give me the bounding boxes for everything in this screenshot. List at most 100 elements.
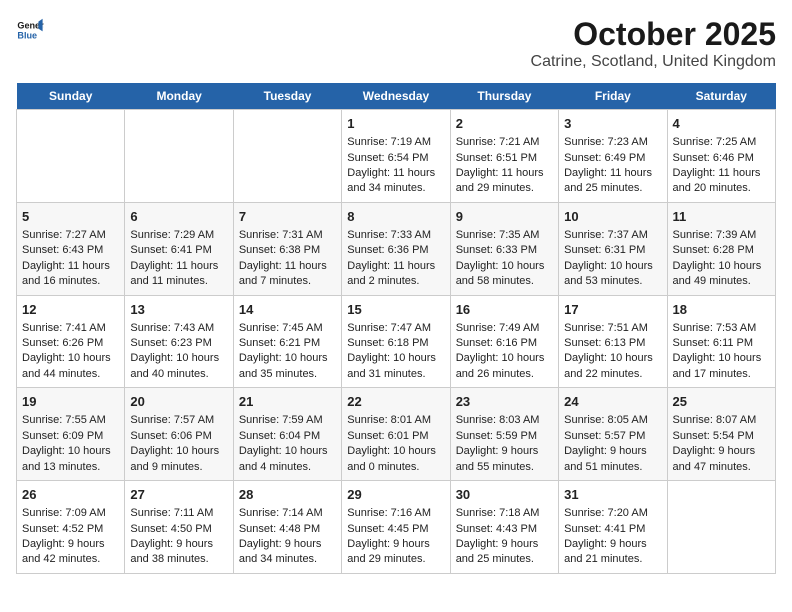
- day-info: Daylight: 10 hours and 13 minutes.: [22, 444, 119, 475]
- day-number: 3: [564, 115, 661, 133]
- day-info: Sunset: 6:01 PM: [347, 429, 444, 444]
- day-info: Sunrise: 7:33 AM: [347, 228, 444, 243]
- calendar-cell: 24Sunrise: 8:05 AMSunset: 5:57 PMDayligh…: [559, 388, 667, 481]
- day-info: Sunrise: 7:59 AM: [239, 413, 336, 428]
- calendar-cell: [125, 110, 233, 203]
- day-info: Daylight: 10 hours and 58 minutes.: [456, 259, 553, 290]
- day-info: Sunrise: 7:23 AM: [564, 135, 661, 150]
- day-info: Sunrise: 7:55 AM: [22, 413, 119, 428]
- day-info: Sunset: 4:52 PM: [22, 522, 119, 537]
- day-info: Daylight: 11 hours and 2 minutes.: [347, 259, 444, 290]
- day-number: 19: [22, 393, 119, 411]
- day-number: 13: [130, 301, 227, 319]
- day-info: Daylight: 10 hours and 53 minutes.: [564, 259, 661, 290]
- day-info: Daylight: 9 hours and 25 minutes.: [456, 537, 553, 568]
- calendar-cell: [667, 481, 775, 574]
- day-info: Daylight: 9 hours and 51 minutes.: [564, 444, 661, 475]
- day-number: 2: [456, 115, 553, 133]
- calendar-cell: 27Sunrise: 7:11 AMSunset: 4:50 PMDayligh…: [125, 481, 233, 574]
- calendar-week-1: 5Sunrise: 7:27 AMSunset: 6:43 PMDaylight…: [17, 202, 776, 295]
- day-number: 9: [456, 208, 553, 226]
- day-number: 21: [239, 393, 336, 411]
- day-number: 1: [347, 115, 444, 133]
- day-info: Sunset: 5:57 PM: [564, 429, 661, 444]
- day-number: 23: [456, 393, 553, 411]
- day-info: Daylight: 10 hours and 9 minutes.: [130, 444, 227, 475]
- header-cell-saturday: Saturday: [667, 83, 775, 110]
- day-info: Sunrise: 7:18 AM: [456, 506, 553, 521]
- day-info: Sunrise: 8:03 AM: [456, 413, 553, 428]
- day-info: Daylight: 10 hours and 26 minutes.: [456, 351, 553, 382]
- calendar-week-3: 19Sunrise: 7:55 AMSunset: 6:09 PMDayligh…: [17, 388, 776, 481]
- day-info: Daylight: 10 hours and 4 minutes.: [239, 444, 336, 475]
- day-info: Sunrise: 7:37 AM: [564, 228, 661, 243]
- day-info: Daylight: 9 hours and 42 minutes.: [22, 537, 119, 568]
- day-info: Sunset: 6:54 PM: [347, 151, 444, 166]
- day-info: Sunset: 6:23 PM: [130, 336, 227, 351]
- calendar-cell: 6Sunrise: 7:29 AMSunset: 6:41 PMDaylight…: [125, 202, 233, 295]
- day-number: 30: [456, 486, 553, 504]
- day-number: 18: [673, 301, 770, 319]
- day-info: Sunrise: 7:39 AM: [673, 228, 770, 243]
- day-info: Daylight: 10 hours and 31 minutes.: [347, 351, 444, 382]
- day-info: Sunset: 6:33 PM: [456, 243, 553, 258]
- day-info: Sunrise: 7:21 AM: [456, 135, 553, 150]
- day-number: 6: [130, 208, 227, 226]
- header-cell-wednesday: Wednesday: [342, 83, 450, 110]
- day-info: Sunrise: 7:14 AM: [239, 506, 336, 521]
- calendar-cell: 31Sunrise: 7:20 AMSunset: 4:41 PMDayligh…: [559, 481, 667, 574]
- calendar-cell: 19 Sunrise: 7:55 AMSunset: 6:09 PMDayligh…: [17, 388, 125, 481]
- calendar-cell: 29Sunrise: 7:16 AMSunset: 4:45 PMDayligh…: [342, 481, 450, 574]
- main-title: October 2025: [531, 16, 776, 53]
- day-number: 12: [22, 301, 119, 319]
- day-number: 10: [564, 208, 661, 226]
- header-cell-friday: Friday: [559, 83, 667, 110]
- day-info: Sunrise: 7:29 AM: [130, 228, 227, 243]
- day-info: Sunset: 5:59 PM: [456, 429, 553, 444]
- day-info: Daylight: 11 hours and 7 minutes.: [239, 259, 336, 290]
- day-info: Daylight: 10 hours and 0 minutes.: [347, 444, 444, 475]
- calendar-header-row: SundayMondayTuesdayWednesdayThursdayFrid…: [17, 83, 776, 110]
- calendar-week-0: 1Sunrise: 7:19 AMSunset: 6:54 PMDaylight…: [17, 110, 776, 203]
- day-info: Daylight: 9 hours and 55 minutes.: [456, 444, 553, 475]
- day-info: Daylight: 9 hours and 34 minutes.: [239, 537, 336, 568]
- day-number: 24: [564, 393, 661, 411]
- day-info: Sunrise: 7:25 AM: [673, 135, 770, 150]
- calendar-body: 1Sunrise: 7:19 AMSunset: 6:54 PMDaylight…: [17, 110, 776, 574]
- svg-text:Blue: Blue: [17, 30, 37, 40]
- calendar-cell: 15Sunrise: 7:47 AMSunset: 6:18 PMDayligh…: [342, 295, 450, 388]
- calendar-cell: [233, 110, 341, 203]
- calendar-cell: 23 Sunrise: 8:03 AMSunset: 5:59 PMDayligh…: [450, 388, 558, 481]
- day-info: Sunset: 4:48 PM: [239, 522, 336, 537]
- header-cell-sunday: Sunday: [17, 83, 125, 110]
- day-info: Sunrise: 7:27 AM: [22, 228, 119, 243]
- day-info: Sunrise: 8:07 AM: [673, 413, 770, 428]
- calendar-table: SundayMondayTuesdayWednesdayThursdayFrid…: [16, 83, 776, 574]
- header-cell-thursday: Thursday: [450, 83, 558, 110]
- day-info: Daylight: 10 hours and 17 minutes.: [673, 351, 770, 382]
- day-number: 15: [347, 301, 444, 319]
- day-number: 20: [130, 393, 227, 411]
- calendar-cell: 21Sunrise: 7:59 AMSunset: 6:04 PMDayligh…: [233, 388, 341, 481]
- day-info: Sunrise: 7:16 AM: [347, 506, 444, 521]
- day-info: Daylight: 10 hours and 40 minutes.: [130, 351, 227, 382]
- day-info: Sunset: 6:26 PM: [22, 336, 119, 351]
- day-info: Sunrise: 8:01 AM: [347, 413, 444, 428]
- day-info: Sunset: 4:41 PM: [564, 522, 661, 537]
- calendar-cell: 5Sunrise: 7:27 AMSunset: 6:43 PMDaylight…: [17, 202, 125, 295]
- day-number: 26: [22, 486, 119, 504]
- header-cell-monday: Monday: [125, 83, 233, 110]
- day-info: Sunset: 5:54 PM: [673, 429, 770, 444]
- day-info: Daylight: 10 hours and 35 minutes.: [239, 351, 336, 382]
- day-info: Daylight: 10 hours and 44 minutes.: [22, 351, 119, 382]
- day-info: Sunset: 6:09 PM: [22, 429, 119, 444]
- calendar-cell: 12Sunrise: 7:41 AMSunset: 6:26 PMDayligh…: [17, 295, 125, 388]
- calendar-cell: 3Sunrise: 7:23 AMSunset: 6:49 PMDaylight…: [559, 110, 667, 203]
- day-info: Daylight: 11 hours and 29 minutes.: [456, 166, 553, 197]
- day-number: 8: [347, 208, 444, 226]
- day-info: Sunset: 6:18 PM: [347, 336, 444, 351]
- day-info: Daylight: 9 hours and 47 minutes.: [673, 444, 770, 475]
- calendar-cell: 1Sunrise: 7:19 AMSunset: 6:54 PMDaylight…: [342, 110, 450, 203]
- day-info: Daylight: 10 hours and 49 minutes.: [673, 259, 770, 290]
- day-info: Sunrise: 7:31 AM: [239, 228, 336, 243]
